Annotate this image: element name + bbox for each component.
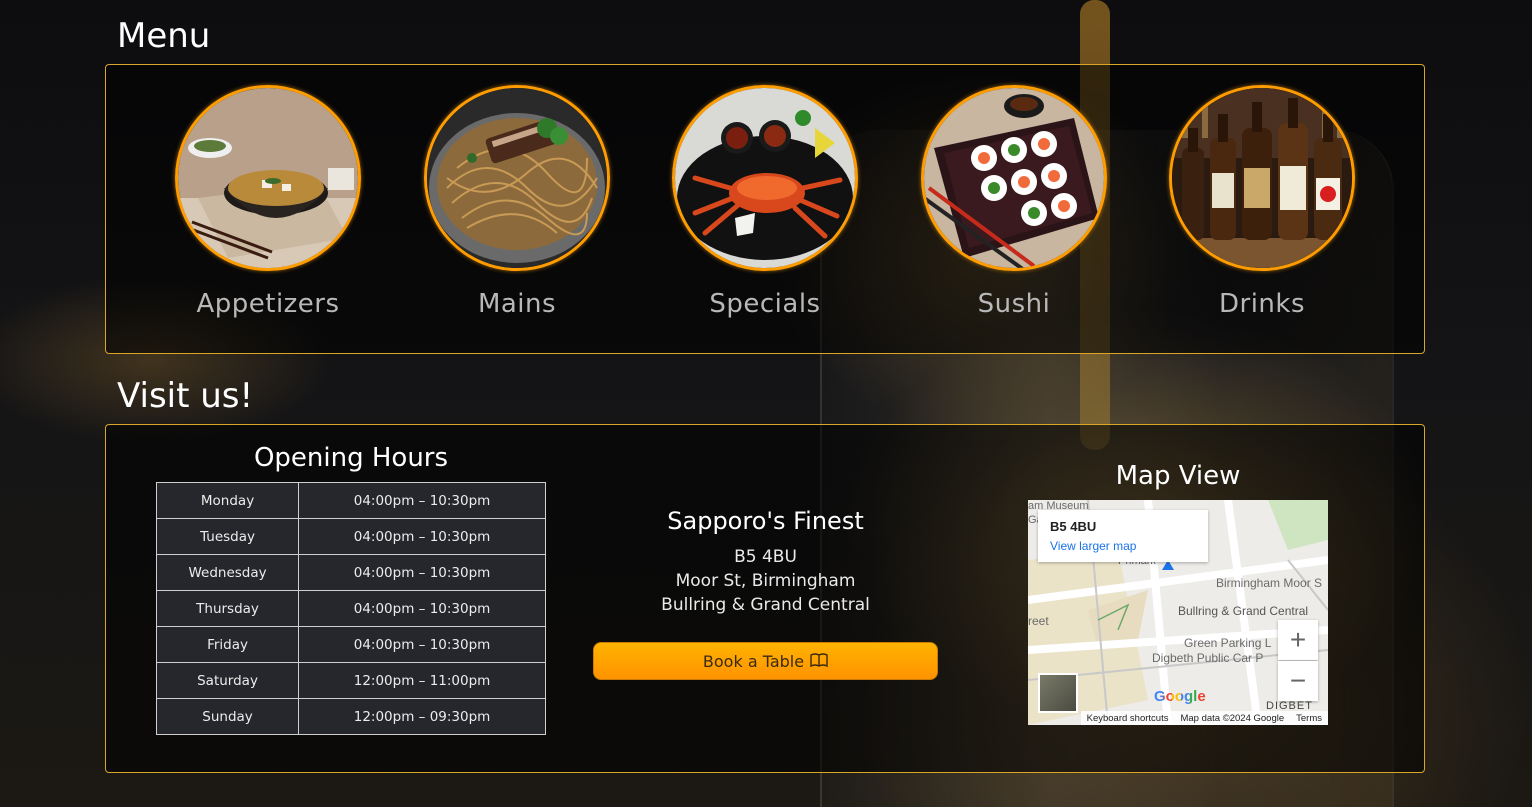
keyboard-shortcuts-link[interactable]: Keyboard shortcuts: [1087, 713, 1169, 724]
day-cell: Sunday: [155, 698, 300, 735]
menu-item-drinks[interactable]: Drinks: [1162, 85, 1362, 319]
menu-label-mains[interactable]: Mains: [417, 289, 617, 319]
map-satellite-toggle[interactable]: [1038, 673, 1078, 713]
terms-link[interactable]: Terms: [1296, 713, 1322, 724]
table-row: Thursday 04:00pm – 10:30pm: [155, 590, 546, 627]
address-postcode: B5 4BU: [734, 547, 797, 567]
book-open-icon: [810, 652, 828, 671]
menu-item-mains[interactable]: Mains: [417, 85, 617, 319]
map-data-attribution: Map data ©2024 Google: [1180, 712, 1285, 724]
noodles-image[interactable]: [424, 85, 610, 271]
time-cell: 12:00pm – 09:30pm: [298, 698, 546, 735]
address-area: Bullring & Grand Central: [661, 595, 870, 615]
map-footer: Keyboard shortcuts Map data ©2024 Google…: [1080, 711, 1328, 725]
opening-hours-table: Monday 04:00pm – 10:30pm Tuesday 04:00pm –…: [155, 482, 546, 735]
day-cell: Thursday: [155, 590, 300, 627]
address-street: Moor St, Birmingham: [675, 571, 856, 591]
map-label-green-parking: Green Parking L: [1184, 636, 1272, 650]
menu-item-appetizers[interactable]: Appetizers: [168, 85, 368, 319]
table-row: Tuesday 04:00pm – 10:30pm: [155, 518, 546, 555]
map-card-title: B5 4BU: [1050, 519, 1097, 534]
map-label-street: reet: [1028, 614, 1049, 628]
time-cell: 04:00pm – 10:30pm: [298, 554, 546, 591]
zoom-out-button[interactable]: −: [1278, 661, 1318, 701]
day-cell: Monday: [155, 482, 300, 519]
map-view-title: Map View: [1115, 461, 1241, 491]
menu-label-specials[interactable]: Specials: [665, 289, 865, 319]
day-cell: Tuesday: [155, 518, 300, 555]
table-row: Sunday 12:00pm – 09:30pm: [155, 698, 546, 735]
book-table-label: Book a Table: [702, 651, 805, 671]
google-logo: Google: [1154, 688, 1206, 705]
visit-title: Visit us!: [117, 376, 254, 416]
menu-label-drinks[interactable]: Drinks: [1162, 289, 1362, 319]
menu-label-appetizers[interactable]: Appetizers: [168, 289, 368, 319]
map-label-bullring: Bullring & Grand Central: [1178, 604, 1309, 618]
day-cell: Friday: [155, 626, 300, 663]
menu-item-specials[interactable]: Specials: [665, 85, 865, 319]
day-cell: Saturday: [155, 662, 300, 699]
table-row: Monday 04:00pm – 10:30pm: [155, 482, 546, 519]
menu-label-sushi[interactable]: Sushi: [914, 289, 1114, 319]
crab-image[interactable]: [672, 85, 858, 271]
opening-hours-title: Opening Hours: [253, 443, 449, 473]
sushi-image[interactable]: [921, 85, 1107, 271]
restaurant-name: Sapporo's Finest: [667, 507, 864, 535]
table-row: Saturday 12:00pm – 11:00pm: [155, 662, 546, 699]
table-row: Wednesday 04:00pm – 10:30pm: [155, 554, 546, 591]
map-info-card: B5 4BU View larger map: [1038, 510, 1208, 562]
embedded-map[interactable]: am Museum Gallery Primark Birmingham Moo…: [1028, 500, 1328, 725]
view-larger-map-link[interactable]: View larger map: [1050, 539, 1136, 553]
google-logo-text: Google: [1154, 688, 1206, 705]
zoom-in-button[interactable]: +: [1278, 620, 1318, 660]
visit-panel: Opening Hours Monday 04:00pm – 10:30pm Tu…: [105, 424, 1425, 773]
map-label-moor-station: Birmingham Moor S: [1216, 576, 1323, 590]
day-cell: Wednesday: [155, 554, 300, 591]
menu-title: Menu: [117, 16, 211, 56]
menu-item-sushi[interactable]: Sushi: [914, 85, 1114, 319]
time-cell: 04:00pm – 10:30pm: [298, 626, 546, 663]
map-label-digbeth-car-park: Digbeth Public Car P: [1152, 651, 1264, 665]
time-cell: 04:00pm – 10:30pm: [298, 482, 546, 519]
miso-soup-image[interactable]: [175, 85, 361, 271]
time-cell: 04:00pm – 10:30pm: [298, 590, 546, 627]
menu-panel: Appetizers Mains Specials Sushi Drinks: [105, 64, 1425, 354]
sake-bottles-image[interactable]: [1169, 85, 1355, 271]
time-cell: 04:00pm – 10:30pm: [298, 518, 546, 555]
table-row: Friday 04:00pm – 10:30pm: [155, 626, 546, 663]
book-table-button[interactable]: Book a Table: [593, 642, 938, 680]
time-cell: 12:00pm – 11:00pm: [298, 662, 546, 699]
